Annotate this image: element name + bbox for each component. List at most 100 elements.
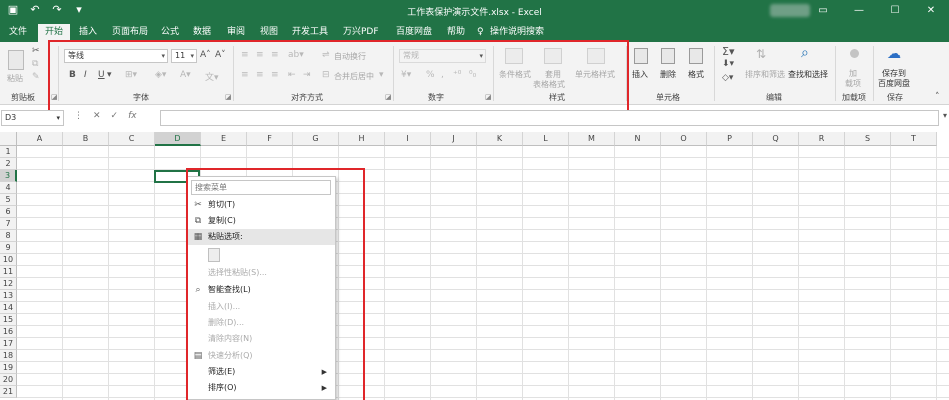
gridline-horizontal	[17, 385, 949, 386]
column-header-q[interactable]: Q	[753, 132, 799, 146]
column-header-l[interactable]: L	[523, 132, 569, 146]
title-bar: ▣ ↶ ↷ ▾ 工作表保护演示文件.xlsx - Excel ▭ — ☐ ✕	[0, 0, 949, 22]
column-header-e[interactable]: E	[201, 132, 247, 146]
row-header-16[interactable]: 16	[0, 326, 17, 338]
copy-icon[interactable]: ⧉	[32, 59, 38, 69]
insert-function-icon[interactable]: fx	[128, 111, 137, 121]
tab-data[interactable]: 数据	[193, 25, 211, 39]
sort-filter-button[interactable]: 排序和筛选	[745, 69, 785, 80]
tab-file[interactable]: 文件	[9, 25, 27, 39]
expand-formula-icon[interactable]: ▾	[943, 111, 947, 120]
delete-cells-icon[interactable]	[661, 48, 675, 64]
column-header-k[interactable]: K	[477, 132, 523, 146]
maximize-icon[interactable]: ☐	[877, 0, 913, 22]
baidu-cloud-icon[interactable]: ☁	[887, 46, 905, 64]
insert-cells-icon[interactable]	[634, 48, 648, 64]
ribbon-highlight-box	[48, 40, 629, 112]
column-header-p[interactable]: P	[707, 132, 753, 146]
tab-help[interactable]: 帮助	[447, 25, 465, 39]
column-header-j[interactable]: J	[431, 132, 477, 146]
row-header-6[interactable]: 6	[0, 206, 17, 218]
column-header-b[interactable]: B	[63, 132, 109, 146]
user-account[interactable]	[770, 4, 810, 17]
paste-icon[interactable]	[8, 50, 24, 70]
formula-input[interactable]	[160, 110, 939, 126]
minimize-icon[interactable]: —	[841, 0, 877, 22]
row-header-7[interactable]: 7	[0, 218, 17, 230]
ribbon-display-icon[interactable]: ▭	[805, 0, 841, 22]
gridline-horizontal	[17, 193, 949, 194]
fill-icon[interactable]: ⬇▾	[722, 59, 734, 69]
column-header-h[interactable]: H	[339, 132, 385, 146]
column-header-d[interactable]: D	[155, 132, 201, 146]
gridline-horizontal	[17, 301, 949, 302]
column-header-a[interactable]: A	[17, 132, 63, 146]
name-box[interactable]: D3 ▾	[1, 110, 64, 126]
tab-review[interactable]: 审阅	[227, 25, 245, 39]
column-header-s[interactable]: S	[845, 132, 891, 146]
row-header-10[interactable]: 10	[0, 254, 17, 266]
column-header-g[interactable]: G	[293, 132, 339, 146]
delete-cells-button[interactable]: 删除	[660, 69, 676, 80]
tab-formulas[interactable]: 公式	[161, 25, 179, 39]
tell-me-search[interactable]: 操作说明搜索	[490, 25, 544, 39]
tab-view[interactable]: 视图	[260, 25, 278, 39]
row-header-4[interactable]: 4	[0, 182, 17, 194]
paste-button[interactable]: 粘贴	[7, 73, 23, 84]
row-header-13[interactable]: 13	[0, 290, 17, 302]
tab-baidu-netdisk[interactable]: 百度网盘	[396, 25, 432, 39]
column-header-o[interactable]: O	[661, 132, 707, 146]
row-header-21[interactable]: 21	[0, 386, 17, 398]
enter-icon[interactable]: ✓	[111, 111, 119, 121]
column-header-r[interactable]: R	[799, 132, 845, 146]
name-box-value: D3	[5, 113, 17, 122]
column-header-f[interactable]: F	[247, 132, 293, 146]
save-group-label: 保存	[887, 93, 903, 102]
addins-icon[interactable]	[850, 49, 859, 58]
row-header-14[interactable]: 14	[0, 302, 17, 314]
row-header-15[interactable]: 15	[0, 314, 17, 326]
format-painter-icon[interactable]: ✎	[32, 72, 40, 82]
format-cells-button[interactable]: 格式	[688, 69, 704, 80]
tab-developer[interactable]: 开发工具	[292, 25, 328, 39]
clear-icon[interactable]: ◇▾	[722, 73, 733, 83]
addins-button-line2[interactable]: 载项	[845, 78, 861, 89]
row-header-2[interactable]: 2	[0, 158, 17, 170]
column-header-m[interactable]: M	[569, 132, 615, 146]
gridline-horizontal	[17, 397, 949, 398]
sort-filter-icon[interactable]: ⇅	[756, 47, 770, 64]
column-header-n[interactable]: N	[615, 132, 661, 146]
row-header-12[interactable]: 12	[0, 278, 17, 290]
row-header-17[interactable]: 17	[0, 338, 17, 350]
column-header-t[interactable]: T	[891, 132, 937, 146]
context-menu-highlight-box	[186, 168, 365, 400]
save-to-baidu-button-line2[interactable]: 百度网盘	[878, 78, 910, 89]
collapse-ribbon-icon[interactable]: ˄	[935, 92, 940, 102]
row-header-8[interactable]: 8	[0, 230, 17, 242]
row-header-18[interactable]: 18	[0, 350, 17, 362]
cut-icon[interactable]: ✂	[32, 46, 40, 56]
column-header-c[interactable]: C	[109, 132, 155, 146]
row-header-19[interactable]: 19	[0, 362, 17, 374]
insert-cells-button[interactable]: 插入	[632, 69, 648, 80]
close-icon[interactable]: ✕	[913, 0, 949, 22]
tab-page-layout[interactable]: 页面布局	[112, 25, 148, 39]
row-header-1[interactable]: 1	[0, 146, 17, 158]
row-header-11[interactable]: 11	[0, 266, 17, 278]
find-select-button[interactable]: 查找和选择	[788, 69, 828, 80]
select-all-corner[interactable]	[0, 132, 17, 146]
gridline-horizontal	[17, 361, 949, 362]
tab-insert[interactable]: 插入	[79, 25, 97, 39]
row-header-20[interactable]: 20	[0, 374, 17, 386]
ribbon-tabs: 文件 开始 插入 页面布局 公式 数据 审阅 视图 开发工具 万兴PDF 百度网…	[0, 22, 949, 42]
row-header-3[interactable]: 3	[0, 170, 17, 182]
magnifier-icon[interactable]: ⌕	[801, 45, 817, 63]
row-header-5[interactable]: 5	[0, 194, 17, 206]
format-cells-icon[interactable]	[689, 48, 703, 64]
tab-wanxing-pdf[interactable]: 万兴PDF	[343, 25, 379, 39]
cancel-icon[interactable]: ✕	[93, 111, 101, 121]
worksheet-grid[interactable]: A B C D E F G H I J K L M N O P Q R S T 1 2 3 4 5 6 7 8 9 10 11 12 13 14 1…	[0, 132, 949, 400]
column-header-i[interactable]: I	[385, 132, 431, 146]
row-header-9[interactable]: 9	[0, 242, 17, 254]
autosum-icon[interactable]: Σ▾	[722, 45, 734, 58]
